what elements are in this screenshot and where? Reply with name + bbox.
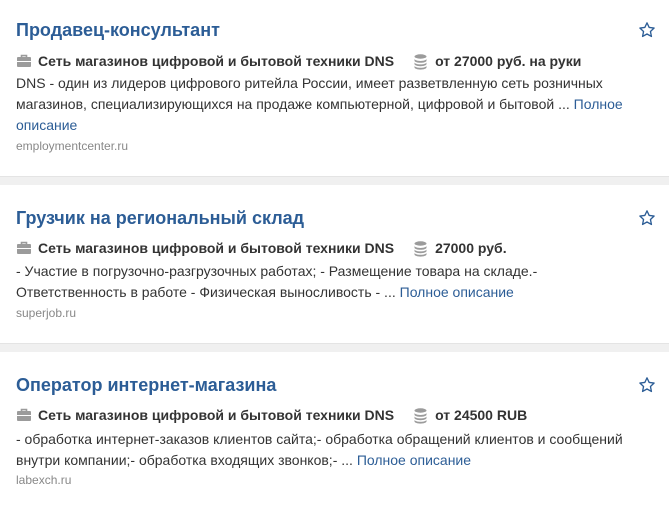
company-name: Сеть магазинов цифровой и бытовой техник… bbox=[38, 407, 395, 423]
salary: от 27000 руб. на руки bbox=[435, 53, 582, 69]
source-site: employmentcenter.ru bbox=[16, 139, 129, 153]
job-title-link[interactable]: Оператор интернет-магазина bbox=[16, 374, 276, 396]
description-text: DNS - один из лидеров цифрового ритейла … bbox=[16, 75, 603, 112]
company-name: Сеть магазинов цифровой и бытовой техник… bbox=[38, 53, 395, 69]
salary: от 24500 RUB bbox=[435, 407, 528, 423]
coins-icon bbox=[412, 240, 429, 257]
source-site: labexch.ru bbox=[16, 473, 72, 487]
job-meta: Сеть магазинов цифровой и бытовой техник… bbox=[16, 238, 507, 258]
briefcase-icon bbox=[16, 240, 32, 256]
star-icon[interactable] bbox=[638, 209, 656, 227]
description-text: - обработка интернет-заказов клиентов са… bbox=[16, 431, 623, 468]
star-icon[interactable] bbox=[638, 21, 656, 39]
job-title-link[interactable]: Грузчик на региональный склад bbox=[16, 207, 304, 229]
job-card: Продавец-консультант Сеть магазинов цифр… bbox=[0, 0, 669, 176]
company-name: Сеть магазинов цифровой и бытовой техник… bbox=[38, 240, 395, 256]
source-site: superjob.ru bbox=[16, 306, 77, 320]
job-description: - Участие в погрузочно-разгрузочных рабо… bbox=[16, 261, 641, 303]
coins-icon bbox=[412, 407, 429, 424]
job-card: Оператор интернет-магазина Сеть магазино… bbox=[0, 352, 669, 510]
full-description-link[interactable]: Полное описание bbox=[357, 452, 471, 468]
job-meta: Сеть магазинов цифровой и бытовой техник… bbox=[16, 405, 527, 425]
briefcase-icon bbox=[16, 407, 32, 423]
salary: 27000 руб. bbox=[435, 240, 507, 256]
job-meta: Сеть магазинов цифровой и бытовой техник… bbox=[16, 51, 581, 71]
job-description: DNS - один из лидеров цифрового ритейла … bbox=[16, 73, 641, 136]
job-card: Грузчик на региональный склад Сеть магаз… bbox=[0, 185, 669, 343]
coins-icon bbox=[412, 53, 429, 70]
card-separator bbox=[0, 176, 669, 185]
card-separator bbox=[0, 343, 669, 352]
full-description-link[interactable]: Полное описание bbox=[400, 284, 514, 300]
job-description: - обработка интернет-заказов клиентов са… bbox=[16, 429, 641, 471]
briefcase-icon bbox=[16, 53, 32, 69]
job-title-link[interactable]: Продавец-консультант bbox=[16, 19, 220, 41]
star-icon[interactable] bbox=[638, 376, 656, 394]
